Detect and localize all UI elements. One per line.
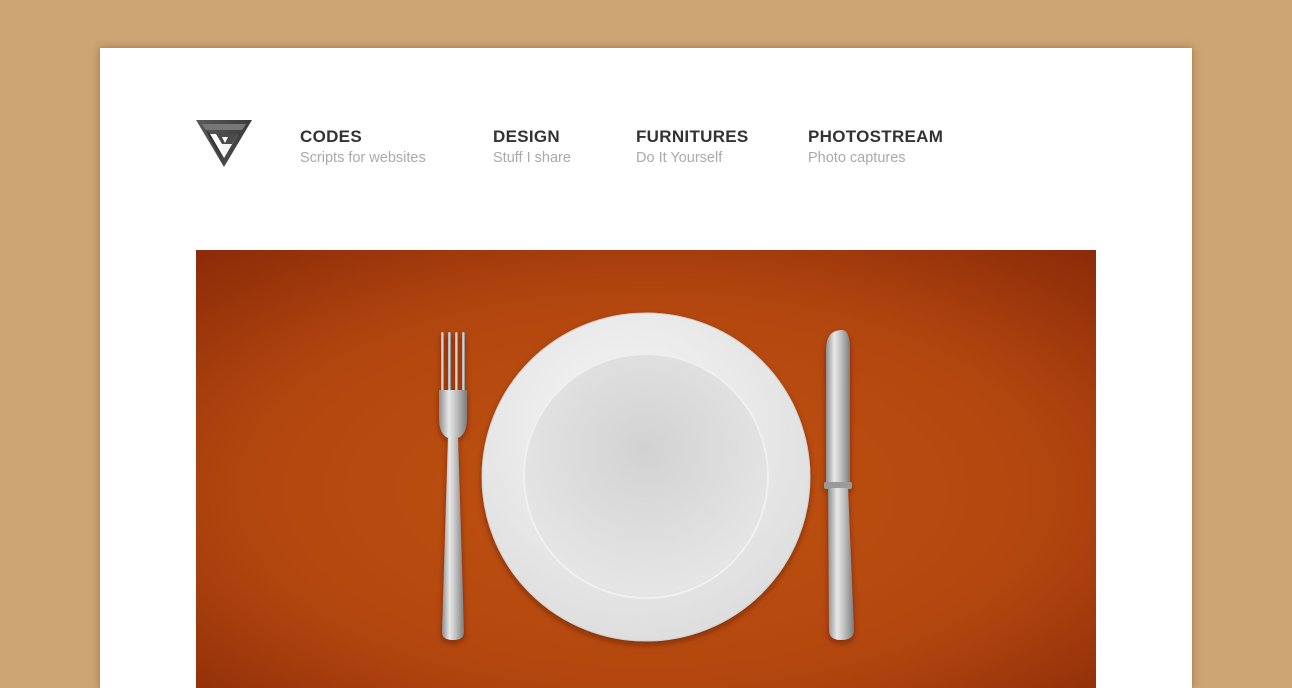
plate-icon <box>481 312 811 642</box>
hero-image <box>196 250 1096 688</box>
nav-item-title: FURNITURES <box>636 127 749 146</box>
nav-item-furnitures[interactable]: FURNITURES Do It Yourself <box>636 127 749 168</box>
nav-item-subtitle: Stuff I share <box>493 150 571 166</box>
content-card: CODES Scripts for websites DESIGN Stuff … <box>100 48 1192 688</box>
site-logo[interactable] <box>196 120 252 168</box>
nav-item-title: PHOTOSTREAM <box>808 127 944 146</box>
place-setting-illustration <box>196 250 1096 688</box>
nav-item-design[interactable]: DESIGN Stuff I share <box>493 127 571 168</box>
nav-item-photostream[interactable]: PHOTOSTREAM Photo captures <box>808 127 943 168</box>
nav-item-title: DESIGN <box>493 127 560 146</box>
nav-item-title: CODES <box>300 127 362 146</box>
nav-item-subtitle: Scripts for websites <box>300 150 426 166</box>
nav-item-codes[interactable]: CODES Scripts for websites <box>300 127 426 168</box>
nav-item-subtitle: Do It Yourself <box>636 150 723 166</box>
triangle-logo-icon <box>196 120 252 167</box>
nav-item-subtitle: Photo captures <box>808 150 906 166</box>
